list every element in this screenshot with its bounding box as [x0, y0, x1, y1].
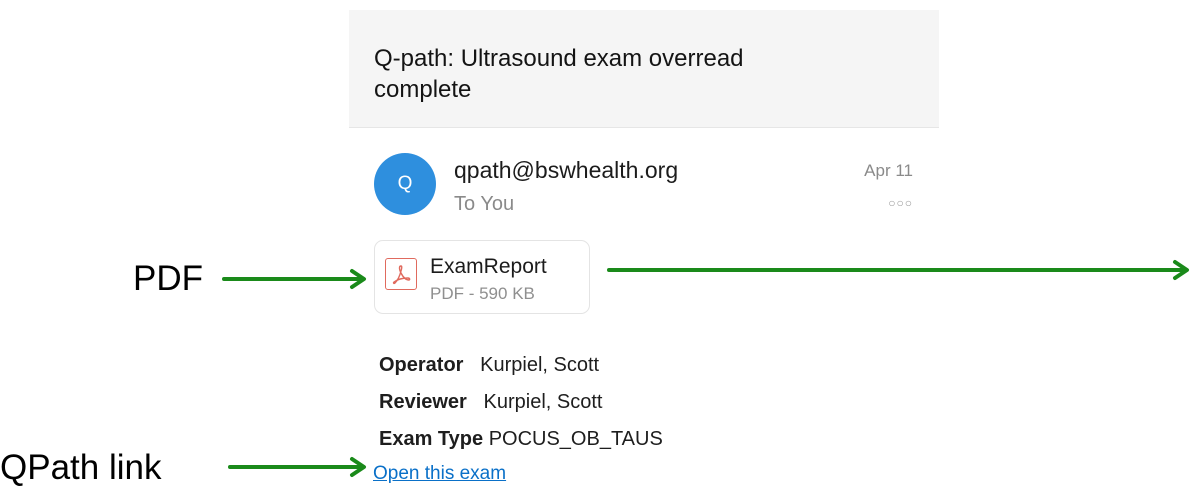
annotation-arrows: [222, 260, 1189, 477]
